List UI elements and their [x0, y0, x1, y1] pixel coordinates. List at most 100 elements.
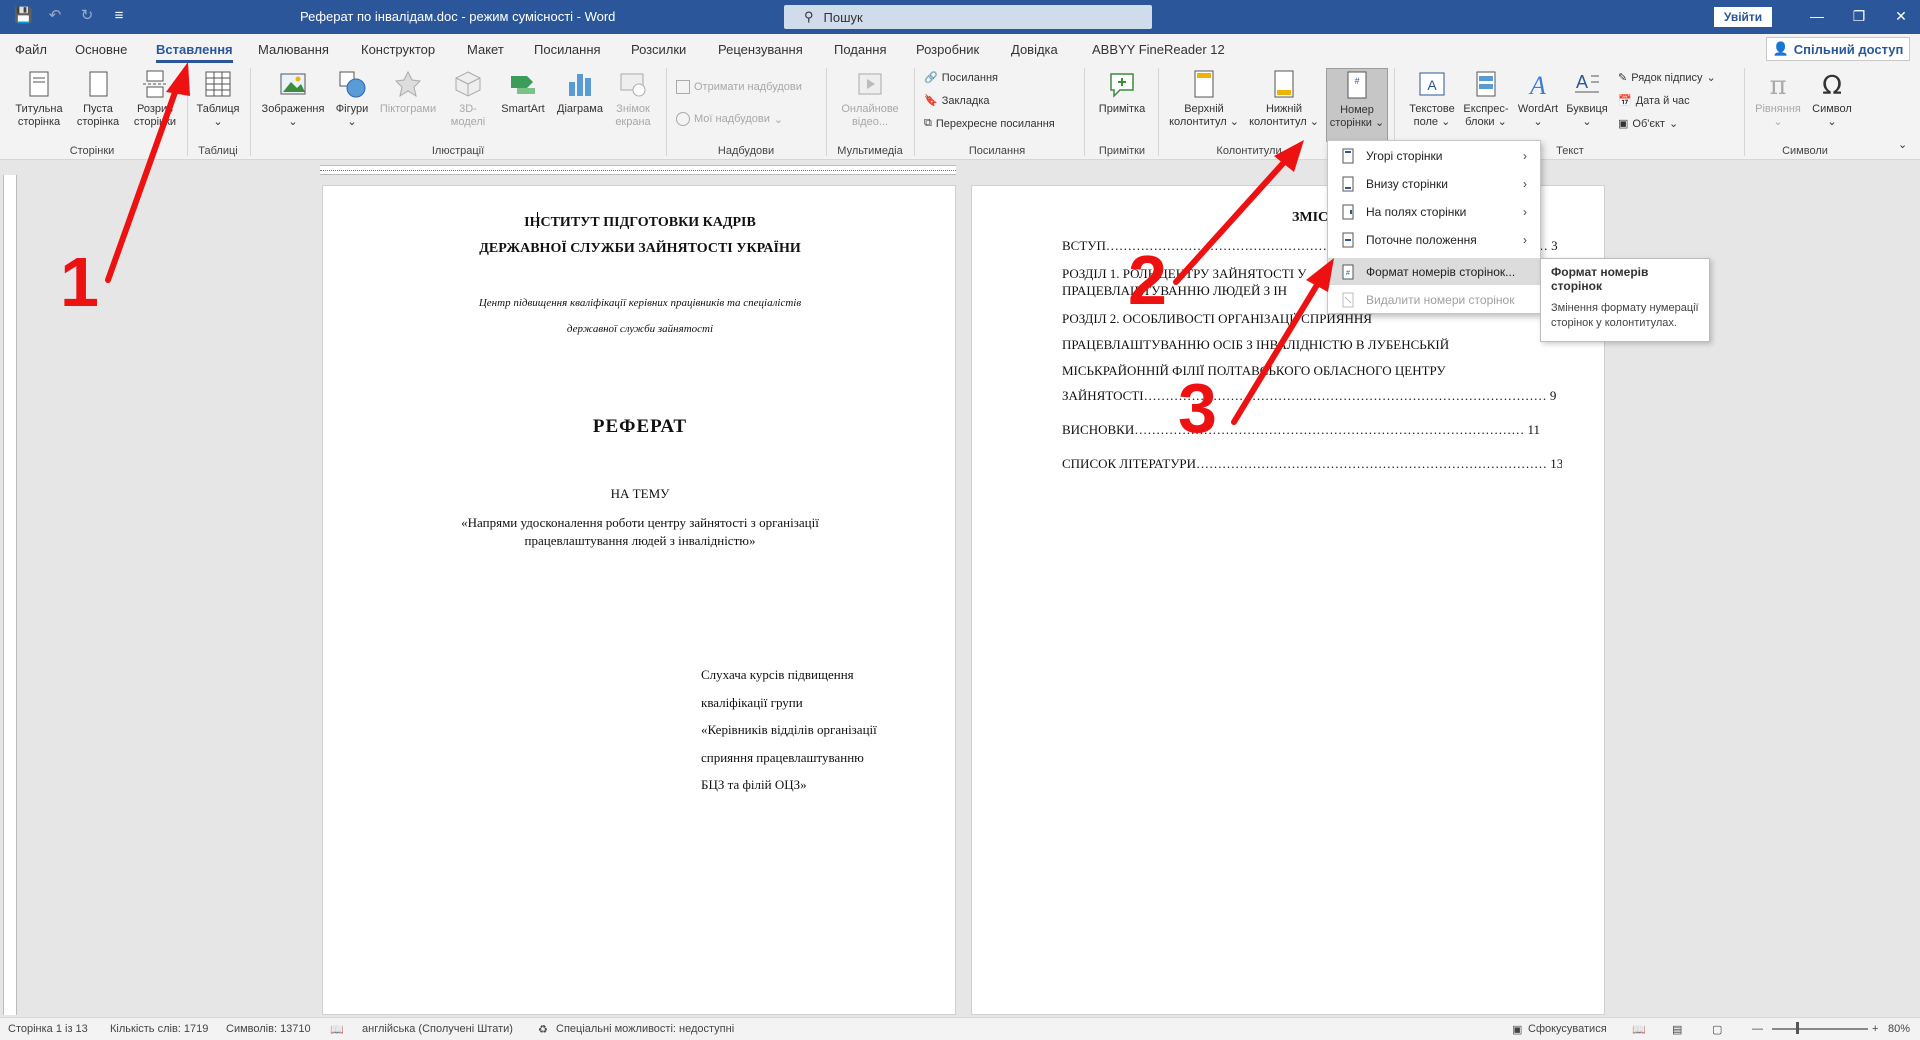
group-header-footer-label: Колонтитули	[1216, 145, 1282, 157]
smartart-button[interactable]: SmartArt	[494, 68, 552, 116]
restore-icon[interactable]: ❐	[1838, 0, 1880, 34]
menu-item-bottom-of-page[interactable]: Внизу сторінки ›	[1328, 170, 1540, 197]
tab-review[interactable]: Рецензування	[718, 42, 803, 57]
chart-button[interactable]: Діаграма	[552, 68, 608, 116]
status-bar: Сторінка 1 із 13 Кількість слів: 1719 Си…	[0, 1017, 1920, 1040]
menu-item-top-of-page[interactable]: Угорі сторінки ›	[1328, 142, 1540, 169]
close-icon[interactable]: ✕	[1880, 0, 1920, 34]
link-button[interactable]: 🔗 Посилання	[924, 71, 998, 85]
tab-home[interactable]: Основне	[75, 42, 127, 57]
quick-parts-button[interactable]: Експрес- блоки ⌄	[1458, 68, 1514, 129]
drop-cap-button[interactable]: A Буквиця ⌄	[1562, 68, 1612, 129]
blank-page-label-1: Пуста	[83, 103, 113, 115]
table-button[interactable]: Таблиця ⌄	[190, 68, 246, 129]
page-number-button[interactable]: # Номер сторінки ⌄	[1326, 68, 1388, 142]
tab-help[interactable]: Довідка	[1011, 42, 1058, 57]
tab-insert[interactable]: Вставлення	[156, 42, 233, 63]
table-icon	[205, 71, 231, 97]
zoom-level[interactable]: 80%	[1888, 1023, 1910, 1035]
page-number-label-2: сторінки	[1329, 117, 1372, 129]
student-line: сприяння працевлаштуванню	[701, 749, 864, 765]
word-count[interactable]: Кількість слів: 1719	[110, 1023, 208, 1035]
menu-item-format-page-numbers[interactable]: # Формат номерів сторінок...	[1328, 258, 1540, 285]
print-layout-icon[interactable]: ▤	[1672, 1023, 1682, 1036]
tab-design[interactable]: Конструктор	[361, 42, 435, 57]
save-icon[interactable]: 💾	[14, 6, 33, 24]
web-layout-icon[interactable]: ▢	[1712, 1023, 1722, 1036]
share-button[interactable]: 👤 Спільний доступ	[1766, 37, 1910, 61]
zoom-in-icon[interactable]: +	[1872, 1023, 1878, 1035]
tab-abbyy[interactable]: ABBYY FineReader 12	[1092, 42, 1225, 57]
page-count[interactable]: Сторінка 1 із 13	[8, 1023, 88, 1035]
shapes-button[interactable]: Фігури ⌄	[330, 68, 374, 129]
zoom-out-icon[interactable]: —	[1752, 1023, 1763, 1035]
customize-qat-icon[interactable]: ≡	[110, 7, 128, 24]
group-illustrations-label: Ілюстрації	[431, 145, 485, 157]
icons-icon	[394, 70, 422, 98]
icons-button[interactable]: Піктограми	[374, 68, 442, 116]
bookmark-button[interactable]: 🔖 Закладка	[924, 94, 990, 108]
object-button[interactable]: ▣ Об'єкт ⌄	[1618, 117, 1678, 131]
smartart-icon	[511, 76, 535, 94]
title-page-button[interactable]: Титульна сторінка	[8, 68, 70, 129]
collapse-ribbon-button[interactable]: ⌄	[1898, 138, 1907, 151]
read-mode-icon[interactable]: 📖	[1632, 1023, 1646, 1036]
menu-item-page-margins[interactable]: На полях сторінки ›	[1328, 198, 1540, 225]
cross-reference-button[interactable]: ⧉ Перехресне посилання	[924, 117, 1055, 130]
accessibility-status[interactable]: Спеціальні можливості: недоступні	[556, 1023, 734, 1035]
tab-draw[interactable]: Малювання	[258, 42, 329, 57]
horizontal-ruler[interactable]	[0, 161, 1920, 179]
screenshot-button[interactable]: Знімок екрана	[606, 68, 660, 129]
menu-item-current-position[interactable]: Поточне положення ›	[1328, 226, 1540, 253]
equation-button[interactable]: π Рівняння ⌄	[1750, 68, 1806, 129]
tab-file[interactable]: Файл	[15, 42, 47, 57]
bookmark-label: Закладка	[941, 94, 990, 107]
pictures-button[interactable]: Зображення ⌄	[256, 68, 330, 129]
vertical-ruler[interactable]	[3, 175, 17, 1015]
symbol-button[interactable]: Ω Символ ⌄	[1804, 68, 1860, 129]
zoom-slider[interactable]	[1772, 1028, 1868, 1030]
textbox-button[interactable]: A Текстове поле ⌄	[1400, 68, 1464, 129]
my-addins-button[interactable]: Мої надбудови ⌄	[676, 112, 783, 126]
footer-button[interactable]: Нижній колонтитул ⌄	[1244, 68, 1324, 129]
tab-developer[interactable]: Розробник	[916, 42, 979, 57]
date-time-button[interactable]: 📅 Дата й час	[1618, 94, 1690, 108]
tab-references[interactable]: Посилання	[534, 42, 601, 57]
svg-text:π: π	[1769, 71, 1786, 100]
header-button[interactable]: Верхній колонтитул ⌄	[1164, 68, 1244, 129]
redo-icon[interactable]: ↻	[78, 6, 96, 24]
tab-mailings[interactable]: Розсилки	[631, 42, 686, 57]
annotation-number-1: 1	[60, 243, 99, 321]
sign-in-button[interactable]: Увійти	[1714, 7, 1772, 27]
zoom-slider-thumb[interactable]	[1796, 1022, 1799, 1034]
link-icon: 🔗	[924, 72, 938, 84]
comment-button[interactable]: Примітка	[1090, 68, 1154, 116]
footer-icon	[1274, 70, 1294, 98]
tab-view[interactable]: Подання	[834, 42, 887, 57]
proofing-icon[interactable]: 📖	[330, 1023, 344, 1036]
online-video-label-1: Онлайнове	[841, 103, 899, 115]
quick-parts-label-2: блоки	[1465, 116, 1495, 128]
search-input[interactable]: ⚲ Пошук	[784, 5, 1152, 29]
chevron-right-icon: ›	[1523, 232, 1527, 247]
focus-mode[interactable]: Сфокусуватися	[1528, 1023, 1607, 1035]
pi-icon: π	[1769, 71, 1786, 100]
3d-models-button[interactable]: 3D- моделі	[442, 68, 494, 129]
language[interactable]: англійська (Сполучені Штати)	[362, 1023, 513, 1035]
blank-page-button[interactable]: Пуста сторінка	[70, 68, 126, 129]
document-page-1[interactable]: ІНСТИТУТ ПІДГОТОВКИ КАДРІВ ДЕРЖАВНОЇ СЛУ…	[322, 185, 956, 1015]
tab-layout[interactable]: Макет	[467, 42, 504, 57]
annotation-number-2: 2	[1128, 241, 1167, 319]
quick-parts-icon	[1476, 71, 1496, 97]
svg-text:A: A	[1576, 72, 1588, 92]
page-number-menu: Угорі сторінки › Внизу сторінки › На пол…	[1327, 140, 1541, 314]
online-video-button[interactable]: Онлайнове відео...	[830, 68, 910, 129]
menu-item-remove-page-numbers[interactable]: Видалити номери сторінок	[1328, 286, 1540, 313]
group-separator	[826, 68, 827, 156]
get-addins-button[interactable]: Отримати надбудови	[676, 80, 802, 94]
signature-line-button[interactable]: ✎ Рядок підпису ⌄	[1618, 71, 1716, 85]
undo-icon[interactable]: ↶	[46, 6, 64, 24]
page-break-button[interactable]: Розрив сторінки	[126, 68, 184, 129]
wordart-button[interactable]: A WordArt ⌄	[1512, 68, 1564, 129]
minimize-icon[interactable]: —	[1796, 0, 1838, 34]
